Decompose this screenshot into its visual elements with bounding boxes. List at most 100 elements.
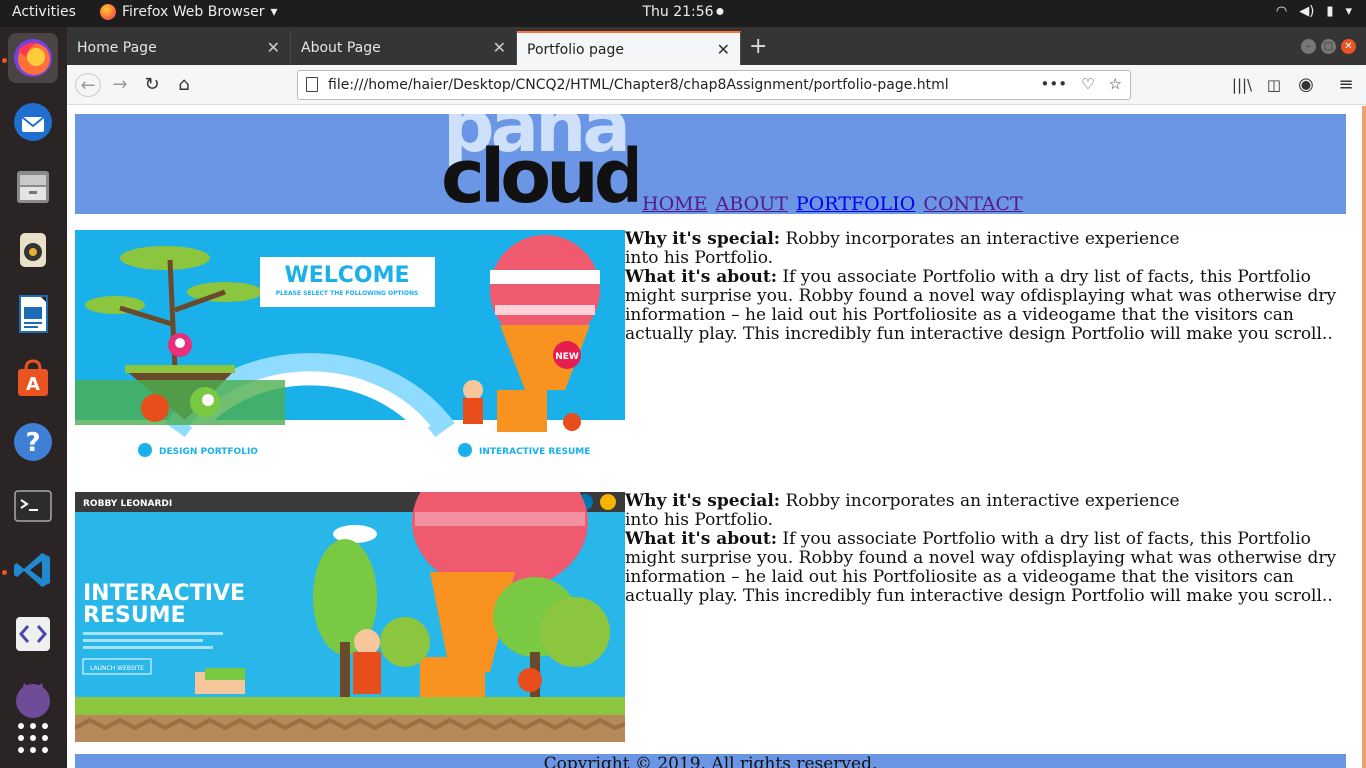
vscode-icon <box>14 553 50 587</box>
code-editor-icon <box>16 617 50 651</box>
site-footer: Copyright © 2019. All rights reserved. <box>75 754 1346 768</box>
tab-portfolio-page[interactable]: Portfolio page ✕ <box>517 31 741 65</box>
portfolio-description: Why it's special: Robby incorporates an … <box>625 492 1345 606</box>
site-logo[interactable]: pana cloud <box>443 114 637 214</box>
url-bar[interactable]: file:///home/haier/Desktop/CNCQ2/HTML/Ch… <box>297 70 1131 100</box>
firefox-window: Home Page ✕ About Page ✕ Portfolio page … <box>67 27 1366 768</box>
nav-contact-link[interactable]: CONTACT <box>923 193 1022 215</box>
hamburger-menu-icon: ≡ <box>1338 74 1354 95</box>
option-interactive-resume: INTERACTIVE RESUME <box>479 447 590 457</box>
writer-icon <box>19 295 48 333</box>
system-top-bar: Activities Firefox Web Browser ▾ Thu 21:… <box>0 0 1366 27</box>
chevron-down-icon: ▾ <box>1345 4 1352 19</box>
dock-vscode[interactable] <box>8 545 58 595</box>
app-menu[interactable]: Firefox Web Browser ▾ <box>100 4 278 20</box>
software-icon: A <box>18 359 48 396</box>
new-tab-button[interactable]: + <box>749 34 767 59</box>
dock-rhythmbox[interactable] <box>8 225 58 275</box>
back-button[interactable]: ← <box>75 73 101 97</box>
firefox-small-icon <box>100 4 116 20</box>
app-menu-label: Firefox Web Browser <box>122 4 265 20</box>
running-indicator <box>2 570 7 575</box>
dock-app-grid[interactable] <box>8 713 58 763</box>
forward-button[interactable]: → <box>107 73 133 97</box>
volume-icon: ◀) <box>1299 4 1315 19</box>
more-actions-icon[interactable]: ••• <box>1041 75 1068 93</box>
tab-home-page[interactable]: Home Page ✕ <box>67 31 291 65</box>
tab-label: Portfolio page <box>527 42 625 58</box>
dock-terminal[interactable] <box>8 481 58 531</box>
firefox-icon <box>14 39 52 77</box>
bookmark-star-icon[interactable]: ☆ <box>1109 75 1122 93</box>
tab-label: Home Page <box>77 40 157 56</box>
help-icon: ? <box>14 423 52 461</box>
wifi-icon: ◠ <box>1275 4 1288 19</box>
nav-home-link[interactable]: HOME <box>642 193 707 215</box>
dock-files[interactable] <box>8 161 58 211</box>
close-window-button[interactable]: ✕ <box>1341 39 1356 54</box>
tab-about-page[interactable]: About Page ✕ <box>291 31 517 65</box>
clock[interactable]: Thu 21:56 <box>642 4 724 20</box>
pocket-icon[interactable]: ♡ <box>1081 75 1094 93</box>
close-icon[interactable]: ✕ <box>717 40 730 59</box>
sidebar-button[interactable]: ◫ <box>1261 73 1287 97</box>
dock-thunderbird[interactable] <box>8 97 58 147</box>
copyright-text: Copyright © 2019. All rights reserved. <box>543 754 878 768</box>
library-button[interactable]: |||\ <box>1229 73 1255 97</box>
battery-icon: ▮ <box>1326 4 1334 19</box>
dock-help[interactable]: ? <box>8 417 58 467</box>
why-special-paragraph: Why it's special: Robby incorporates an … <box>625 492 1190 530</box>
terminal-icon <box>14 490 52 522</box>
scrollbar[interactable] <box>1362 106 1366 768</box>
launch-website-text: LAUNCH WEBSITE <box>90 665 144 672</box>
dock-firefox[interactable] <box>8 33 58 83</box>
resume-title-2: RESUME <box>83 603 186 628</box>
url-actions: ••• ♡ ☆ <box>1041 75 1122 93</box>
arrow-left-icon: ← <box>80 75 96 96</box>
welcome-sub-text: PLEASE SELECT THE FOLLOWING OPTIONS <box>276 290 419 297</box>
minimize-button[interactable]: – <box>1301 39 1316 54</box>
what-about-label: What it's about: <box>625 529 777 549</box>
dock: A ? <box>0 27 67 768</box>
welcome-banner-text: WELCOME <box>284 263 409 288</box>
what-about-label: What it's about: <box>625 267 777 287</box>
library-icon: |||\ <box>1231 76 1253 94</box>
close-icon[interactable]: ✕ <box>493 38 506 57</box>
dock-writer[interactable] <box>8 289 58 339</box>
reload-button[interactable]: ↻ <box>139 73 165 97</box>
nav-about-link[interactable]: ABOUT <box>716 193 788 215</box>
thunderbird-icon <box>14 103 52 141</box>
rhythmbox-icon <box>20 233 46 267</box>
sidebar-icon: ◫ <box>1266 76 1282 94</box>
app-grid-icon <box>18 723 48 753</box>
maximize-button[interactable]: □ <box>1321 39 1336 54</box>
what-about-paragraph: What it's about: If you associate Portfo… <box>625 267 1336 344</box>
menu-button[interactable]: ≡ <box>1333 73 1359 97</box>
home-icon: ⌂ <box>178 74 190 95</box>
account-button[interactable]: ◉ <box>1293 73 1319 97</box>
page-icon <box>306 77 318 92</box>
nav-portfolio-link[interactable]: PORTFOLIO <box>796 193 915 215</box>
system-tray[interactable]: ◠ ◀) ▮ ▾ <box>1276 4 1352 19</box>
activities-button[interactable]: Activities <box>12 4 76 20</box>
account-icon: ◉ <box>1298 74 1314 95</box>
tab-label: About Page <box>301 40 381 56</box>
files-icon <box>17 171 49 203</box>
logo-bottom-text: cloud <box>443 134 637 214</box>
navigation-toolbar: ← → ↻ ⌂ file:///home/haier/Desktop/CNCQ2… <box>67 65 1366 105</box>
svg-text:A: A <box>26 374 40 395</box>
arrow-right-icon: → <box>112 74 128 95</box>
site-nav: HOME ABOUT PORTFOLIO CONTACT <box>642 193 1025 215</box>
notification-dot-icon <box>716 8 724 15</box>
portfolio-image-resume[interactable]: ROBBY LEONARDI INTERACTIVE RESUME LAUNCH… <box>75 492 625 742</box>
reload-icon: ↻ <box>144 74 160 95</box>
url-text: file:///home/haier/Desktop/CNCQ2/HTML/Ch… <box>328 77 949 93</box>
close-icon[interactable]: ✕ <box>267 38 280 57</box>
tab-bar: Home Page ✕ About Page ✕ Portfolio page … <box>67 27 1366 65</box>
dock-code-editor[interactable] <box>8 609 58 659</box>
option-design-portfolio: DESIGN PORTFOLIO <box>159 447 258 457</box>
dock-software[interactable]: A <box>8 353 58 403</box>
home-button[interactable]: ⌂ <box>171 73 197 97</box>
chevron-down-icon: ▾ <box>270 4 278 20</box>
portfolio-image-welcome[interactable]: WELCOME PLEASE SELECT THE FOLLOWING OPTI… <box>75 230 625 466</box>
